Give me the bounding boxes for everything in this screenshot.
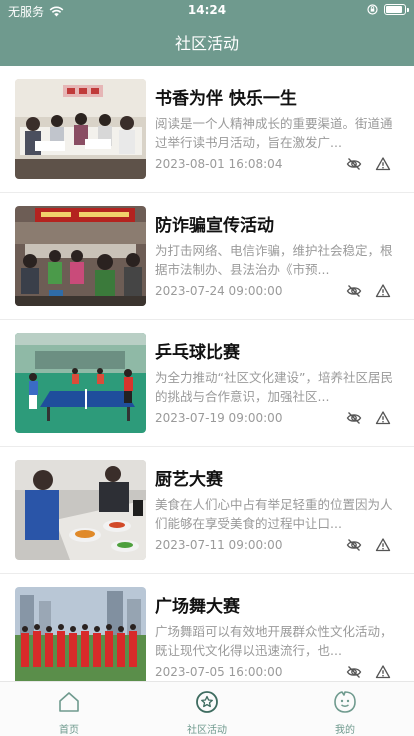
tab-community-activities[interactable]: 社区活动 [138,682,276,736]
home-icon [59,692,79,712]
tab-mine[interactable]: 我的 [276,682,414,736]
report-warning-icon[interactable] [375,283,391,299]
activity-title: 厨艺大赛 [155,470,223,490]
activity-title: 防诈骗宣传活动 [155,216,274,236]
activity-time: 2023-07-19 09:00:00 [155,411,283,425]
tab-community-activities-label: 社区活动 [187,725,227,736]
status-right [367,4,409,15]
hide-eye-icon[interactable] [346,537,362,553]
hide-eye-icon[interactable] [346,283,362,299]
activity-item[interactable]: 书香为伴 快乐一生 阅读是一个人精神成长的重要渠道。街道通过举行读书月活动，旨在… [0,66,414,193]
orientation-lock-icon [367,4,378,15]
star-icon [196,691,218,713]
activity-item[interactable]: 乒乓球比赛 为全力推动“社区文化建设”，培养社区居民的挑战与合作意识，加强社区.… [0,320,414,447]
report-warning-icon[interactable] [375,156,391,172]
activity-thumbnail [15,333,146,433]
activity-thumbnail [15,460,146,560]
activity-thumbnail [15,79,146,179]
activity-description: 阅读是一个人精神成长的重要渠道。街道通过举行读书月活动，旨在激发广... [155,116,393,150]
activity-item[interactable]: 防诈骗宣传活动 为打击网络、电信诈骗，维护社会稳定，根据市法制办、县法治办《市预… [0,193,414,320]
status-time: 14:24 [187,3,227,17]
hide-eye-icon[interactable] [346,156,362,172]
battery-icon [384,4,409,15]
activity-item[interactable]: 厨艺大赛 美食在人们心中占有举足轻重的位置因为人们能够在享受美食的过程中让口..… [0,447,414,574]
activity-title: 乒乓球比赛 [155,343,240,363]
tab-bar: 首页 社区活动 我的 [0,681,414,736]
status-bar: 无服务 14:24 [0,0,414,22]
activity-description: 为全力推动“社区文化建设”，培养社区居民的挑战与合作意识，加强社区... [155,370,393,404]
activity-thumbnail [15,587,146,681]
activity-thumbnail [15,206,146,306]
smile-icon [334,691,356,713]
hide-eye-icon[interactable] [346,664,362,680]
activity-time: 2023-08-01 16:08:04 [155,157,283,171]
activity-item[interactable]: 广场舞大赛 广场舞蹈可以有效地开展群众性文化活动，既让现代文化得以迅速流行，也.… [0,574,414,681]
activity-list[interactable]: 书香为伴 快乐一生 阅读是一个人精神成长的重要渠道。街道通过举行读书月活动，旨在… [0,66,414,681]
activity-time: 2023-07-24 09:00:00 [155,284,283,298]
report-warning-icon[interactable] [375,410,391,426]
activity-time: 2023-07-05 16:00:00 [155,665,283,679]
nav-bar: 社区活动 [0,22,414,66]
tab-home[interactable]: 首页 [0,682,138,736]
activity-description: 美食在人们心中占有举足轻重的位置因为人们能够在享受美食的过程中让口... [155,497,393,531]
hide-eye-icon[interactable] [346,410,362,426]
tab-mine-label: 我的 [335,725,355,736]
tab-home-label: 首页 [59,725,79,736]
activity-title: 广场舞大赛 [155,597,240,617]
page-title: 社区活动 [174,34,239,53]
report-warning-icon[interactable] [375,664,391,680]
activity-description: 为打击网络、电信诈骗，维护社会稳定，根据市法制办、县法治办《市预... [155,243,393,277]
activity-description: 广场舞蹈可以有效地开展群众性文化活动，既让现代文化得以迅速流行，也... [155,624,393,658]
report-warning-icon[interactable] [375,537,391,553]
activity-title: 书香为伴 快乐一生 [155,89,297,109]
activity-time: 2023-07-11 09:00:00 [155,538,283,552]
